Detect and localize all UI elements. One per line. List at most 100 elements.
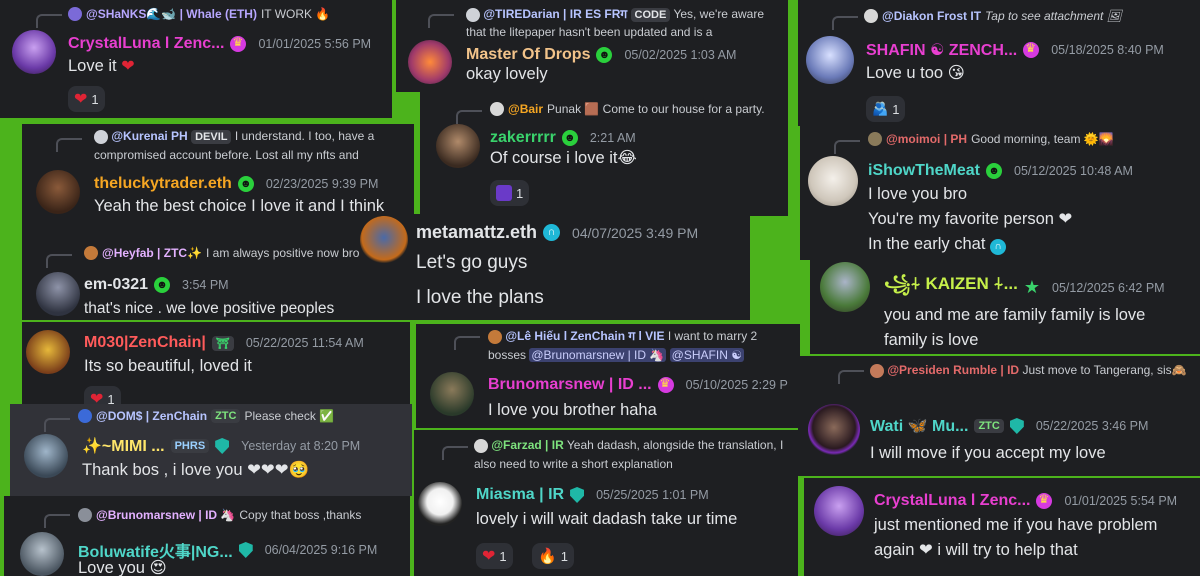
avatar[interactable] xyxy=(806,36,854,84)
reaction-emoji[interactable]: 1 xyxy=(490,180,530,206)
message-text: Yeah the best choice I love it and I thi… xyxy=(94,197,385,215)
timestamp: 04/07/2025 3:49 PM xyxy=(572,224,699,241)
author-name: M030|ZenChain| xyxy=(84,334,206,351)
message-author[interactable]: Brunomarsnew | ID ... 05/10/2025 2:29 P xyxy=(488,376,788,394)
reply-text: Copy that boss ,thanks xyxy=(239,508,362,522)
mention-brunomarsnew[interactable]: @Brunomarsnew | ID 🦄 xyxy=(529,348,667,362)
message-text: I will move if you accept my love xyxy=(870,444,1106,462)
author-name: CrystalLuna l Zenc... xyxy=(874,492,1031,509)
avatar[interactable] xyxy=(12,30,56,74)
smile-badge-icon: ☻ xyxy=(561,130,578,146)
message-author[interactable]: ꧁⍭ KAIZEN ⍭... ★ 05/12/2025 6:42 PM xyxy=(884,270,1165,305)
reply-preview[interactable]: @Farzad | IR Yeah dadash, alongside the … xyxy=(474,436,794,474)
reply-author: @TIREDarian | IR ES FRग xyxy=(483,7,628,21)
message-author[interactable]: M030|ZenChain| ⛩ 05/22/2025 11:54 AM xyxy=(84,334,364,352)
ztc-tag: ZTC xyxy=(211,409,241,423)
reply-author: @SHaNKS🌊🐋 | Whale (ETH) xyxy=(86,7,257,21)
message-author[interactable]: CrystalLuna l Zenc... 01/01/2025 5:54 PM xyxy=(874,492,1177,510)
booster-crown-icon xyxy=(1036,492,1053,509)
avatar[interactable] xyxy=(24,434,68,478)
author-name: iShowTheMeat xyxy=(868,162,981,179)
avatar[interactable] xyxy=(436,124,480,168)
message-author[interactable]: iShowTheMeat ☻ 05/12/2025 10:48 AM xyxy=(868,162,1133,180)
timestamp: 05/22/2025 3:46 PM xyxy=(1035,419,1149,433)
avatar[interactable] xyxy=(26,330,70,374)
message-line-1: just mentioned me if you have problem xyxy=(874,516,1158,534)
avatar[interactable] xyxy=(820,262,870,312)
avatar[interactable] xyxy=(36,170,80,214)
avatar[interactable] xyxy=(36,272,80,316)
message-author[interactable]: theluckytrader.eth ☻ 02/23/2025 9:39 PM xyxy=(94,175,378,193)
message-author[interactable]: em-0321 ☻ 3:54 PM xyxy=(84,276,229,294)
reply-connector xyxy=(454,336,480,350)
reply-author: @DOM$ | ZenChain xyxy=(96,409,208,423)
reply-text: IT WORK 🔥 xyxy=(260,7,331,21)
reaction-heart[interactable]: ❤ 1 xyxy=(476,543,513,569)
message-author[interactable]: Miasma | IR 05/25/2025 1:01 PM xyxy=(476,486,709,504)
timestamp: 05/25/2025 1:01 PM xyxy=(596,488,709,502)
reply-connector xyxy=(46,254,72,268)
avatar[interactable] xyxy=(418,482,462,526)
reply-preview[interactable]: @Brunomarsnew | ID 🦄 Copy that boss ,tha… xyxy=(78,508,361,522)
avatar[interactable] xyxy=(408,40,452,84)
reply-connector xyxy=(834,140,860,154)
booster-crown-icon xyxy=(230,35,247,52)
reply-preview[interactable]: @Kurenai PH DEVIL I understand. I too, h… xyxy=(94,127,414,164)
reply-avatar xyxy=(78,409,92,423)
reply-preview[interactable]: @SHaNKS🌊🐋 | Whale (ETH) IT WORK 🔥 xyxy=(68,7,330,21)
reply-preview[interactable]: @Lê Hiếu l ZenChain ग l VIE I want to ma… xyxy=(488,327,798,365)
message-card-metamattz: metamattz.eth ∩ 04/07/2025 3:49 PM Let's… xyxy=(360,214,750,320)
author-name: zakerrrrr xyxy=(490,129,556,146)
reply-preview[interactable]: @DOM$ | ZenChain ZTC Please check ✅ xyxy=(78,409,334,423)
reply-preview[interactable]: @Heyfab | ZTC✨ I am always positive now … xyxy=(84,246,359,260)
mention-shafin[interactable]: @SHAFIN ☯ xyxy=(669,348,744,362)
message-card-theluckytrader: @Kurenai PH DEVIL I understand. I too, h… xyxy=(22,124,414,242)
avatar[interactable] xyxy=(360,216,408,264)
reply-preview[interactable]: @moimoi | PH Good morning, team 🌞🌄 xyxy=(868,132,1114,146)
reply-text-cont: bosses xyxy=(488,348,527,362)
author-name: theluckytrader.eth xyxy=(94,175,232,192)
message-text: that's nice . we love positive peoples xyxy=(84,300,335,317)
reaction-fire[interactable]: 🔥 1 xyxy=(532,543,574,569)
reply-author: @Diakon Frost IT xyxy=(882,9,982,23)
message-author[interactable]: CrystalLuna l Zenc... 01/01/2025 5:56 PM xyxy=(68,35,371,53)
message-text: lovely i will wait dadash take ur time xyxy=(476,510,738,528)
verified-shield-icon xyxy=(238,542,253,558)
purple-emoji-icon xyxy=(496,185,512,201)
reaction-heart[interactable]: ❤ 1 xyxy=(68,86,105,112)
heart-icon: ❤ xyxy=(74,91,88,108)
reaction-hug[interactable]: 🫂 1 xyxy=(866,96,906,122)
reply-preview[interactable]: @TIREDarian | IR ES FRग CODE Yes, we're … xyxy=(466,6,784,41)
avatar[interactable] xyxy=(808,404,860,456)
reaction-heart-partial[interactable]: ❤ 1 xyxy=(84,386,121,404)
message-author[interactable]: Wati 🦋 Mu... ZTC 05/22/2025 3:46 PM xyxy=(870,416,1148,436)
reply-connector xyxy=(36,14,62,28)
reply-avatar xyxy=(94,129,108,144)
avatar[interactable] xyxy=(808,156,858,206)
message-card-kaizen: ꧁⍭ KAIZEN ⍭... ★ 05/12/2025 6:42 PM you … xyxy=(810,258,1200,354)
reply-author: @Brunomarsnew | ID 🦄 xyxy=(96,508,236,522)
fire-icon: 🔥 xyxy=(538,548,557,565)
heart-icon: ❤ xyxy=(482,548,496,565)
message-author[interactable]: zakerrrrr ☻ 2:21 AM xyxy=(490,129,636,147)
reply-preview[interactable]: @Diakon Frost IT Tap to see attachment 🖼 xyxy=(864,9,1122,23)
avatar[interactable] xyxy=(814,486,864,536)
author-name: ꧁⍭ KAIZEN ⍭... xyxy=(884,274,1018,293)
reply-preview[interactable]: @Presiden Rumble | ID Just move to Tange… xyxy=(870,361,1196,380)
message-author[interactable]: metamattz.eth ∩ 04/07/2025 3:49 PM xyxy=(416,222,698,243)
message-author[interactable]: SHAFIN ☯ ZENCH... 05/18/2025 8:40 PM xyxy=(866,40,1164,60)
message-author[interactable]: ✨~MIMI ... PHRS Yesterday at 8:20 PM xyxy=(82,436,360,456)
message-text: Thank bos , i love you ❤❤❤🥹 xyxy=(82,461,310,479)
server-tag-icon: ⛩ xyxy=(211,335,234,351)
hug-icon: 🫂 xyxy=(872,101,889,116)
smile-badge-icon: ☻ xyxy=(154,277,171,293)
reply-connector xyxy=(838,370,864,384)
reply-preview[interactable]: @Bair Punak 🟫 Come to our house for a pa… xyxy=(490,102,765,116)
timestamp: 05/10/2025 2:29 P xyxy=(685,378,788,392)
message-line-3: In the early chat ∩ xyxy=(868,232,1006,257)
avatar[interactable] xyxy=(430,372,474,416)
author-name: SHAFIN ☯ ZENCH... xyxy=(866,42,1018,59)
avatar[interactable] xyxy=(20,532,64,576)
message-card-miasma: @Farzad | IR Yeah dadash, alongside the … xyxy=(414,430,798,576)
reply-connector xyxy=(442,446,468,460)
